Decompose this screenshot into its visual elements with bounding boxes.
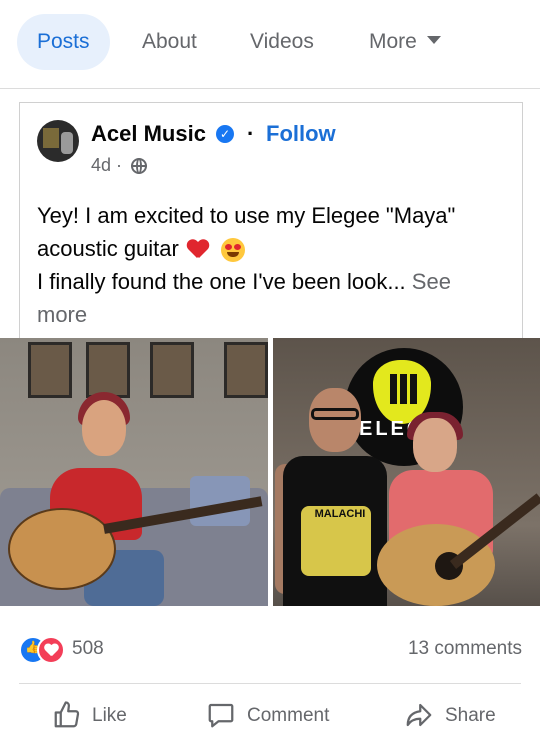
post-card: Acel Music ✓ · Follow 4d · Yey! I am exc… (19, 102, 523, 339)
guitar-body (8, 508, 116, 590)
verified-badge-icon: ✓ (216, 125, 234, 143)
person-face (413, 418, 457, 472)
like-label: Like (92, 705, 127, 726)
tab-more-label: More (369, 30, 417, 53)
thumbs-up-icon (54, 701, 80, 728)
tab-about[interactable]: About (142, 14, 197, 70)
post-text: Yey! I am excited to use my Elegee "Maya… (37, 199, 507, 331)
tab-more[interactable]: More (369, 14, 441, 70)
divider (19, 683, 521, 684)
post-text-line1: Yey! I am excited to use my Elegee "Maya… (37, 203, 456, 261)
avatar[interactable] (37, 120, 79, 162)
wall-art-frame (150, 342, 194, 398)
post-photo-left[interactable] (0, 338, 268, 606)
comment-label: Comment (247, 705, 330, 726)
avatar-art (43, 128, 59, 148)
reaction-count[interactable]: 508 (72, 638, 104, 660)
person-face (82, 400, 126, 456)
chevron-down-icon (426, 36, 441, 45)
comment-icon (208, 703, 234, 728)
post-photo-right[interactable]: ELEG MALACHI (273, 338, 540, 606)
heart-eyes-emoji-icon (221, 238, 246, 263)
tab-videos[interactable]: Videos (250, 14, 314, 70)
wall-art-frame (28, 342, 72, 398)
red-heart-icon (187, 240, 209, 260)
tab-posts[interactable]: Posts (17, 14, 110, 70)
wall-art-frame (86, 342, 130, 398)
avatar-guitar (61, 132, 73, 154)
glasses (311, 408, 359, 420)
shirt-text: MALACHI (314, 508, 366, 520)
separator-dot: · (247, 121, 255, 146)
author-name[interactable]: Acel Music (91, 121, 206, 147)
post-age: 4d · (91, 155, 123, 175)
love-reaction-icon (37, 636, 65, 664)
person-face (309, 388, 361, 452)
share-label: Share (445, 705, 496, 726)
follow-button[interactable]: Follow (266, 121, 336, 147)
comment-count[interactable]: 13 comments (408, 638, 522, 660)
post-text-line2: I finally found the one I've been look..… (37, 269, 406, 294)
globe-icon (131, 158, 147, 174)
share-icon (406, 703, 432, 727)
wall-art-frame (224, 342, 268, 398)
profile-tabs: Posts About Videos More (0, 0, 540, 89)
